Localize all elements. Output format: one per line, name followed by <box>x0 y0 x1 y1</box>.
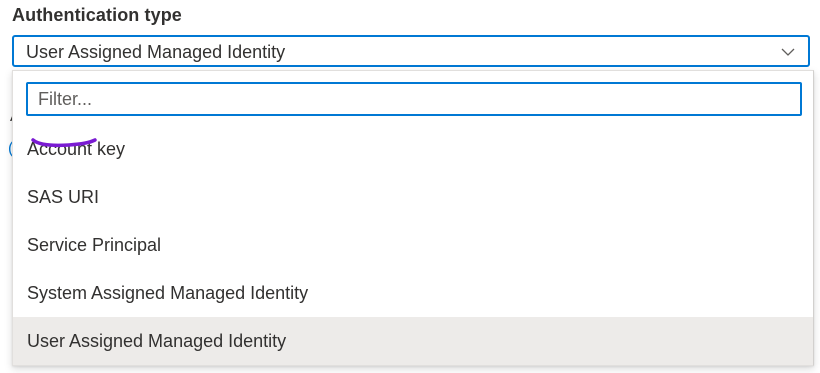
option-user-assigned-managed-identity[interactable]: User Assigned Managed Identity <box>13 317 813 365</box>
authentication-type-label: Authentication type <box>12 5 182 25</box>
chevron-down-icon[interactable] <box>780 44 796 60</box>
option-sas-uri[interactable]: SAS URI <box>13 173 813 221</box>
authentication-type-dropdown: Account key SAS URI Service Principal Sy… <box>12 70 814 366</box>
option-service-principal[interactable]: Service Principal <box>13 221 813 269</box>
authentication-type-combobox[interactable]: User Assigned Managed Identity <box>12 35 810 67</box>
option-system-assigned-managed-identity[interactable]: System Assigned Managed Identity <box>13 269 813 317</box>
combobox-selected-value: User Assigned Managed Identity <box>26 42 286 62</box>
option-list: Account key SAS URI Service Principal Sy… <box>13 125 813 365</box>
filter-input[interactable] <box>26 82 802 116</box>
option-account-key[interactable]: Account key <box>13 125 813 173</box>
